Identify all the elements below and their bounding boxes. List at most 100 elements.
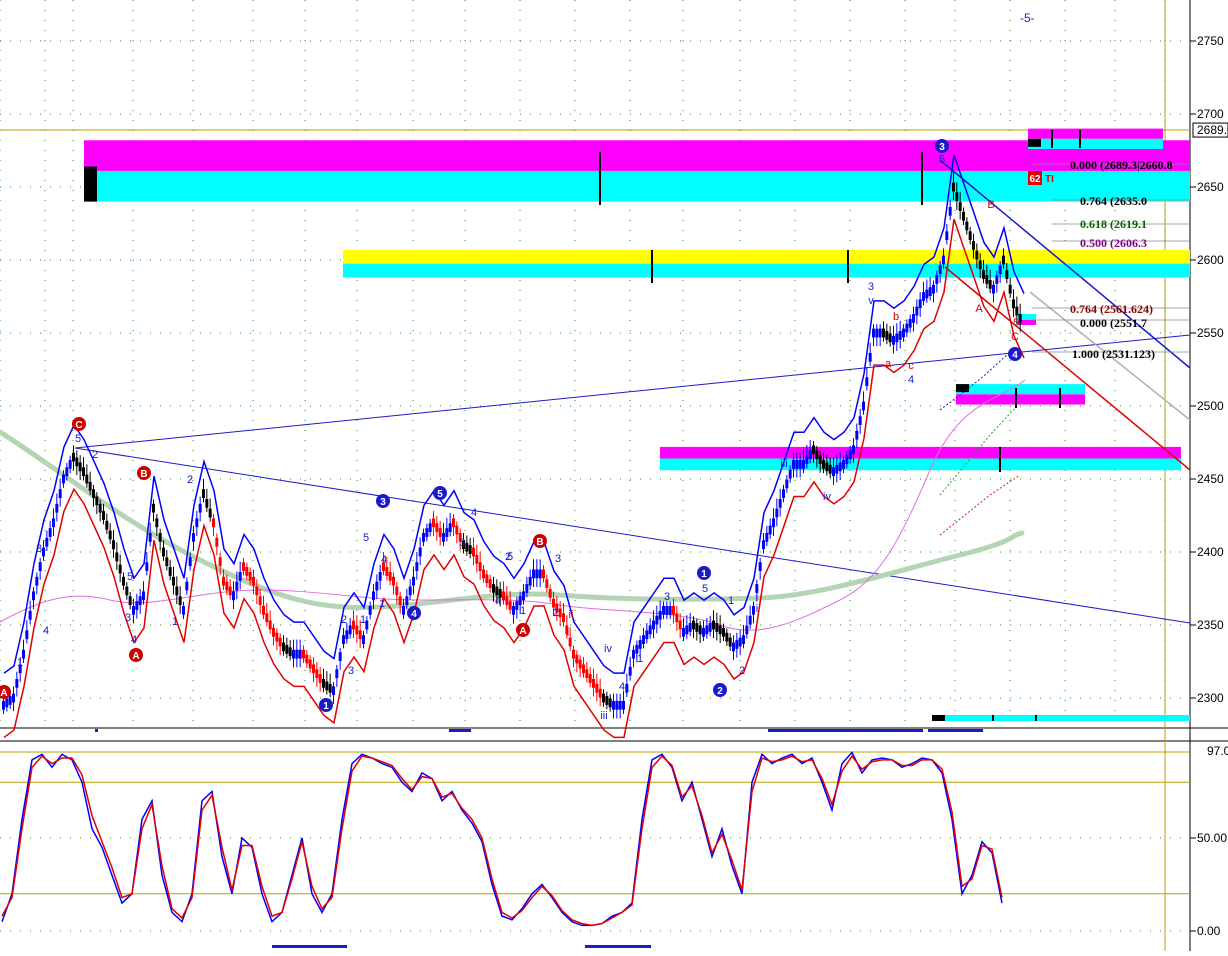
price-candle-body [738, 637, 742, 647]
price-candle-body [325, 681, 329, 691]
price-candle-body [812, 445, 815, 455]
wave-label: 2 [739, 665, 745, 677]
price-candle-body [918, 299, 922, 309]
zone-marker [84, 166, 97, 202]
price-candle-body [775, 508, 779, 518]
price-candle-body [982, 270, 985, 279]
price-candle-body [1005, 270, 1009, 279]
time-marker-strip [768, 729, 923, 732]
circled-wave-text: 1 [701, 569, 707, 580]
price-candle-body [525, 584, 529, 593]
price-candle-body [358, 630, 362, 640]
price-candle-body [338, 652, 342, 662]
fib-level-label: 0.500 (2606.3 [1080, 236, 1147, 250]
price-candle-body [222, 576, 225, 586]
price-candle-body [885, 331, 889, 340]
price-candle-body [575, 654, 579, 664]
price-candle-body [328, 683, 332, 693]
price-candle-body [282, 642, 285, 652]
price-candle-body [182, 606, 185, 615]
wave-label: iv [604, 643, 612, 655]
price-candle-body [718, 625, 722, 635]
target-badge-text: 62 [1029, 174, 1041, 185]
channel-lower [944, 266, 1191, 471]
fib-level-label: 0.764 (2561.624) [1070, 302, 1153, 316]
fib-level-label: 0.764 (2635.0 [1080, 194, 1147, 208]
price-tick-label: 2700 [1197, 107, 1224, 121]
price-candle-body [822, 460, 825, 469]
price-candle-body [185, 581, 189, 591]
fib-level-label: 1.000 (2531.123) [1072, 347, 1155, 361]
price-candle-body [858, 416, 862, 425]
wave-label: 1 [360, 614, 366, 626]
price-candle-body [202, 489, 205, 498]
price-candle-body [615, 700, 619, 710]
price-candle-body [782, 489, 785, 498]
wave-label: 3 [664, 591, 670, 603]
wave-label: 1 [17, 657, 23, 669]
price-candle-body [795, 460, 799, 469]
wave-label: iii [780, 458, 787, 470]
price-candle-body [442, 533, 445, 542]
price-candle-body [138, 596, 142, 606]
price-candle-body [668, 606, 672, 615]
price-candle-body [705, 625, 709, 635]
price-candle-body [348, 625, 352, 635]
price-candle-body [532, 569, 535, 579]
price-candle-body [902, 328, 905, 338]
price-candle-body [172, 576, 175, 586]
price-candle-body [828, 464, 832, 474]
price-candle-body [72, 452, 75, 462]
price-candle-body [702, 627, 705, 637]
price-tick-label: 2750 [1197, 34, 1224, 48]
price-candle-body [1008, 284, 1012, 294]
price-candle-body [508, 601, 512, 610]
osc-tick-label: 50.00 [1197, 831, 1227, 845]
price-candle-body [765, 533, 769, 542]
price-candle-body [748, 615, 752, 625]
price-candle-body [318, 674, 322, 683]
price-candle-body [905, 323, 909, 333]
price-candle-body [478, 562, 482, 571]
price-candle-body [745, 625, 749, 635]
price-candle-body [238, 571, 242, 581]
wave-label: ii [569, 609, 574, 621]
price-candle-body [68, 460, 72, 469]
price-candle-body [952, 182, 955, 192]
price-candle-body [175, 586, 179, 596]
time-marker-strip [928, 729, 983, 732]
wave-label: 5 [702, 583, 708, 595]
price-candle-body [672, 606, 675, 615]
price-candle-body [978, 260, 982, 270]
wave-label: 1 [520, 605, 526, 617]
price-candle-body [192, 533, 195, 542]
price-candle-body [855, 430, 859, 440]
price-candle-body [85, 474, 89, 484]
price-candle-body [2, 700, 5, 710]
price-candle-body [988, 279, 992, 289]
support-zone-2-upper [956, 384, 1085, 395]
wave-label: 1 [637, 653, 643, 665]
price-candle-body [368, 606, 372, 615]
price-candle-body [805, 455, 809, 464]
price-candle-body [835, 464, 839, 474]
fib-level-label: 0.618 (2619.1 [1080, 217, 1147, 231]
price-candle-body [12, 693, 15, 703]
price-candle-body [432, 518, 435, 528]
price-candle-body [728, 637, 732, 647]
wave-label: a [885, 358, 892, 370]
price-candle-body [985, 275, 989, 284]
price-candle-body [118, 564, 122, 574]
wave-label: 4 [619, 681, 625, 693]
price-candle-body [682, 627, 685, 637]
price-candle-body [678, 620, 682, 630]
price-candle-body [128, 596, 132, 606]
price-candle-body [145, 562, 149, 571]
price-candle-body [882, 328, 885, 338]
price-candle-body [105, 520, 109, 530]
price-candle-body [632, 649, 635, 659]
price-candle-body [468, 545, 472, 554]
price-candle-body [125, 586, 129, 596]
price-candle-body [485, 574, 489, 584]
price-candle-body [38, 562, 42, 571]
